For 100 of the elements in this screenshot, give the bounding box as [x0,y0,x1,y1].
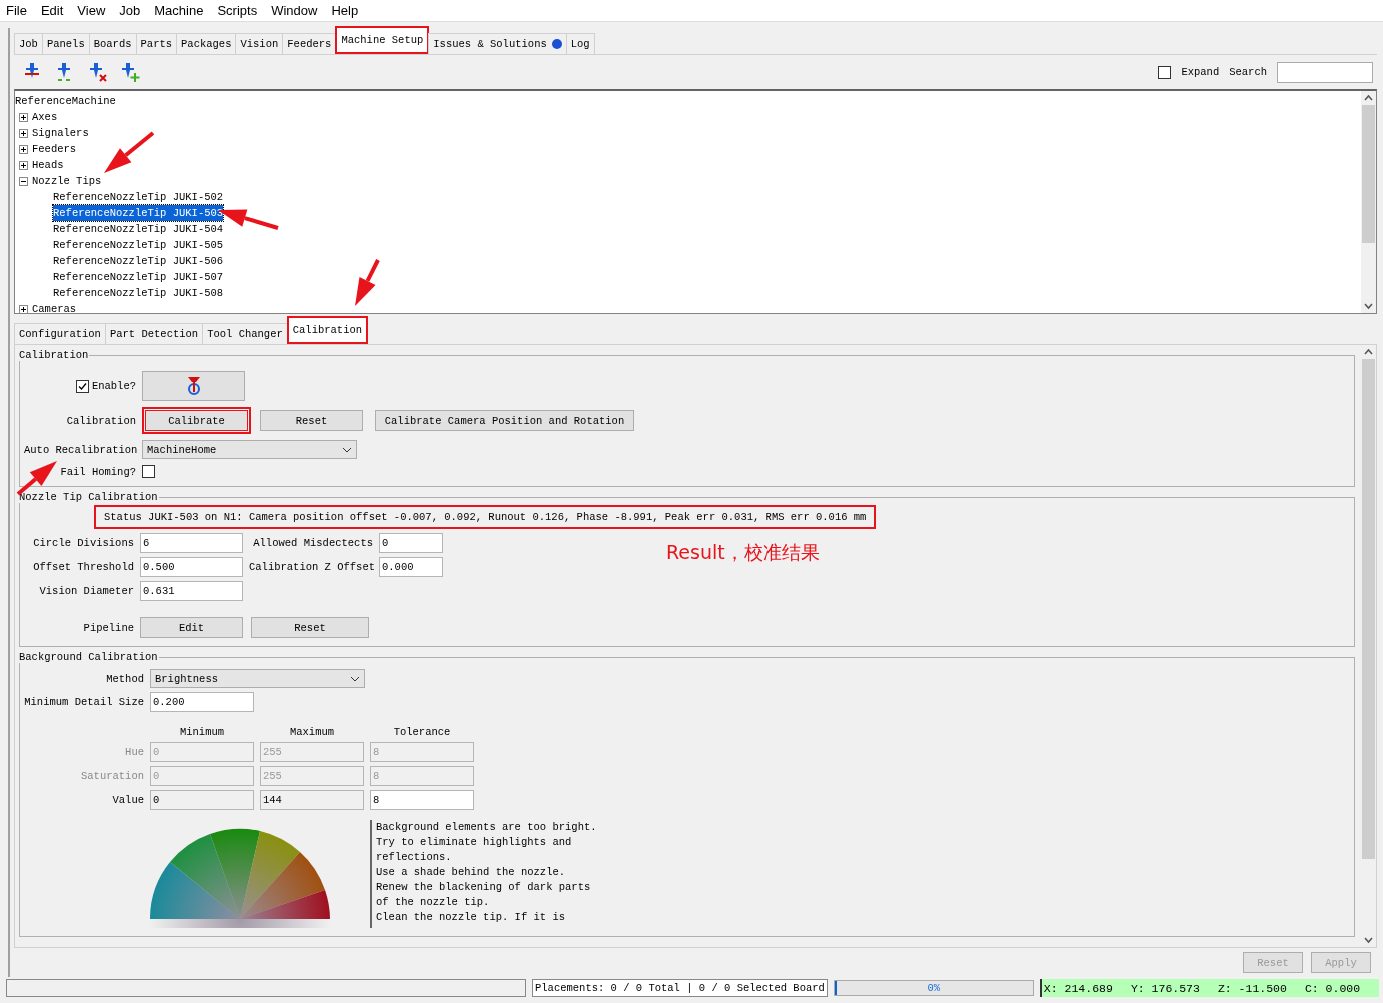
group-title: Calibration [18,349,90,361]
row-label: Value [111,794,144,806]
method-dropdown[interactable]: Brightness [150,669,365,688]
tab-label: Packages [181,38,232,50]
tab[interactable]: Calibration [286,316,369,344]
coordinate-text: Z: -11.500 [1217,981,1287,995]
field-label: Circle Divisions [32,537,134,549]
menu-item[interactable]: Edit [40,3,64,18]
tree-item[interactable]: Axes [32,109,58,125]
input-field[interactable]: 0 [379,533,443,553]
input-field[interactable]: 0 [150,790,254,810]
reset-button[interactable]: Reset [260,410,363,431]
field-label: Minimum Detail Size [24,696,144,708]
group-title: Background Calibration [18,651,159,663]
placements-text: Placements: 0 / 0 Total | 0 / 0 Selected Board [532,979,828,997]
reset-button[interactable]: Reset [251,617,369,638]
calibrate-camera-button[interactable]: Calibrate Camera Position and Rotation [375,410,634,431]
tab-label: Feeders [287,38,332,50]
auto-recalibration-label: Auto Recalibration [24,443,136,456]
pipeline-label: Pipeline [82,621,134,634]
tab-label: Vision [240,38,279,50]
collapse-icon[interactable] [19,176,28,186]
calibrate-button[interactable]: Calibrate [145,410,248,431]
menu-item[interactable]: Help [331,3,359,18]
tree-item[interactable]: Signalers [32,125,89,141]
expand-icon[interactable] [19,128,28,138]
tab[interactable]: Job [14,33,43,54]
field-label: Offset Threshold [32,561,134,573]
tree-item[interactable]: Heads [32,157,64,173]
tab[interactable]: Log [565,33,595,54]
expand-icon[interactable] [19,160,28,170]
field-label: Vision Diameter [38,585,134,597]
tree-item[interactable]: ReferenceNozzleTip JUKI-505 [53,237,224,253]
field-label: Calibration Z Offset [249,561,373,573]
tab-label: Issues & Solutions [433,38,547,50]
enable-checkbox[interactable] [75,379,89,393]
tab[interactable]: Issues & Solutions [428,33,567,54]
menu-item[interactable]: Job [119,3,141,18]
menu-item[interactable]: File [6,3,27,18]
method-label: Method [105,672,144,685]
tab-label: Panels [46,38,85,50]
column-header: Maximum [288,726,336,738]
tree-item[interactable]: ReferenceNozzleTip JUKI-507 [53,269,224,285]
nozzle-tip-button[interactable] [142,371,245,401]
column-header: Tolerance [392,726,452,738]
input-field[interactable]: 0.000 [379,557,443,577]
enable-label: Enable? [91,380,136,392]
tab-label: Machine Setup [341,34,424,46]
tree-item[interactable]: ReferenceNozzleTip JUKI-503 [53,205,224,221]
coordinate-text: C: 0.000 [1304,981,1361,995]
menu-item[interactable]: Scripts [217,3,258,18]
scrollbar[interactable] [1361,91,1376,313]
coordinate-text: X: 214.689 [1043,981,1113,995]
tree-item[interactable]: Nozzle Tips [32,173,102,189]
status-text: Status JUKI-503 on N1: Camera position offset -0.007, 0.092, Runout 0.126, Phase -8.991, Peak err 0.031, RMS err 0.016 mm [94,505,877,529]
coordinate-text: Y: 176.573 [1130,981,1200,995]
annotation-arrow [355,259,380,306]
annotation-arrow [104,131,155,173]
group-title: Nozzle Tip Calibration [18,491,159,503]
tab-label: Parts [140,38,173,50]
expand-checkbox[interactable] [1158,65,1172,79]
tab[interactable]: Configuration [14,323,106,344]
menu-item[interactable]: View [77,3,106,18]
tab-label: Log [570,38,590,50]
input-field[interactable]: 0.500 [140,557,243,577]
hint-text: Background elements are too bright. Try to eliminate highlights and reflections. Use a shade behind the nozzle. Renew the blackening of dark parts of the nozzle tip. Clean the nozzle tip. If it is [376,820,598,925]
input-field[interactable]: 0.200 [150,692,254,712]
tab[interactable]: Machine Setup [335,26,430,54]
expand-icon[interactable] [19,144,28,154]
tree-item[interactable]: Cameras [32,301,77,313]
row-label: Hue [124,746,144,758]
menu-item[interactable]: Window [271,3,318,18]
chevron-icon [342,446,352,453]
input-field[interactable]: 6 [140,533,243,553]
chevron-icon [350,675,360,682]
tree-item[interactable]: ReferenceNozzleTip JUKI-502 [53,189,224,205]
fail-homing-label: Fail Homing? [59,465,136,478]
nozzle-tip-icon [186,376,201,396]
row-label: Saturation [80,770,144,782]
expand-icon[interactable] [19,304,28,313]
expand-icon[interactable] [19,112,28,122]
input-field[interactable]: 8 [370,790,474,810]
scrollbar[interactable] [1361,345,1376,947]
calibration-label: Calibration [65,414,136,427]
tree-item[interactable]: Feeders [32,141,77,157]
tree-item[interactable]: ReferenceNozzleTip JUKI-504 [53,221,224,237]
edit-button[interactable]: Edit [140,617,243,638]
search-field[interactable] [1277,61,1373,83]
annotation-text: Result，校准结果 [666,540,820,565]
menu-item[interactable]: Machine [154,3,204,18]
fail-homing-checkbox[interactable] [142,465,155,478]
tree-item[interactable]: ReferenceNozzleTip JUKI-506 [53,253,224,269]
auto-recalibration-dropdown[interactable]: MachineHome [142,440,357,459]
search-label: Search [1229,66,1267,78]
input-field[interactable]: 144 [260,790,364,810]
tree-item[interactable]: ReferenceNozzleTip JUKI-508 [53,285,224,301]
tree-item[interactable]: ReferenceMachine [15,93,116,109]
tab-label: Job [19,38,38,50]
field-label: Allowed Misdectects [252,537,373,549]
input-field[interactable]: 0.631 [140,581,243,601]
